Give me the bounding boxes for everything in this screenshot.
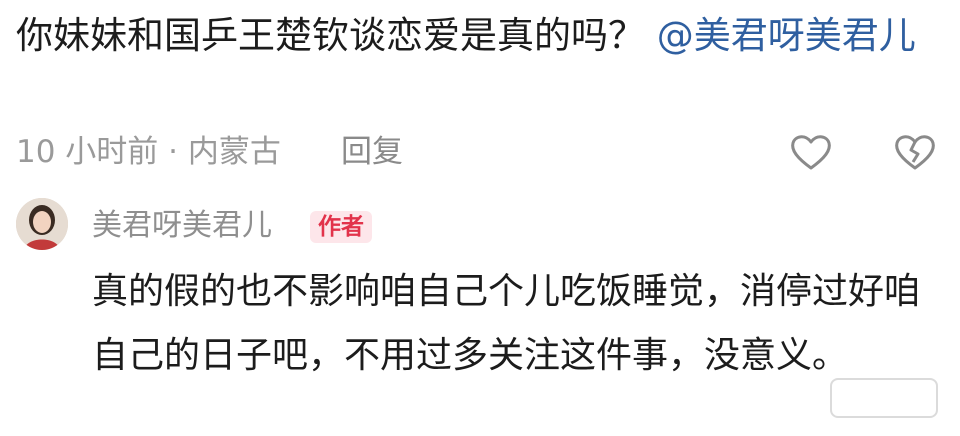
- user-mention-link[interactable]: @美君呀美君儿: [657, 14, 916, 57]
- comment-meta-row: 10 小时前 · 内蒙古 回复: [16, 130, 946, 174]
- heart-outline-icon[interactable]: [789, 132, 833, 172]
- watermark-logo: [830, 378, 938, 418]
- broken-heart-icon[interactable]: [893, 132, 937, 172]
- author-reply: 美君呀美君儿 作者 真的假的也不影响咱自己个儿吃饭睡觉，消停过好咱自己的日子吧，…: [16, 198, 946, 436]
- comment-timestamp-location: 10 小时前 · 内蒙古: [16, 134, 281, 170]
- avatar[interactable]: [16, 198, 68, 250]
- comment-body: 你妹妹和国乒王楚钦谈恋爱是真的吗？: [16, 14, 645, 57]
- reply-button[interactable]: 回复: [341, 130, 403, 174]
- comment-text: 你妹妹和国乒王楚钦谈恋爱是真的吗？ @美君呀美君儿: [16, 4, 936, 68]
- author-badge: 作者: [310, 211, 372, 243]
- reply-author-name[interactable]: 美君呀美君儿: [92, 204, 272, 248]
- reply-text: 真的假的也不影响咱自己个儿吃饭睡觉，消停过好咱自己的日子吧，不用过多关注这件事，…: [92, 271, 921, 376]
